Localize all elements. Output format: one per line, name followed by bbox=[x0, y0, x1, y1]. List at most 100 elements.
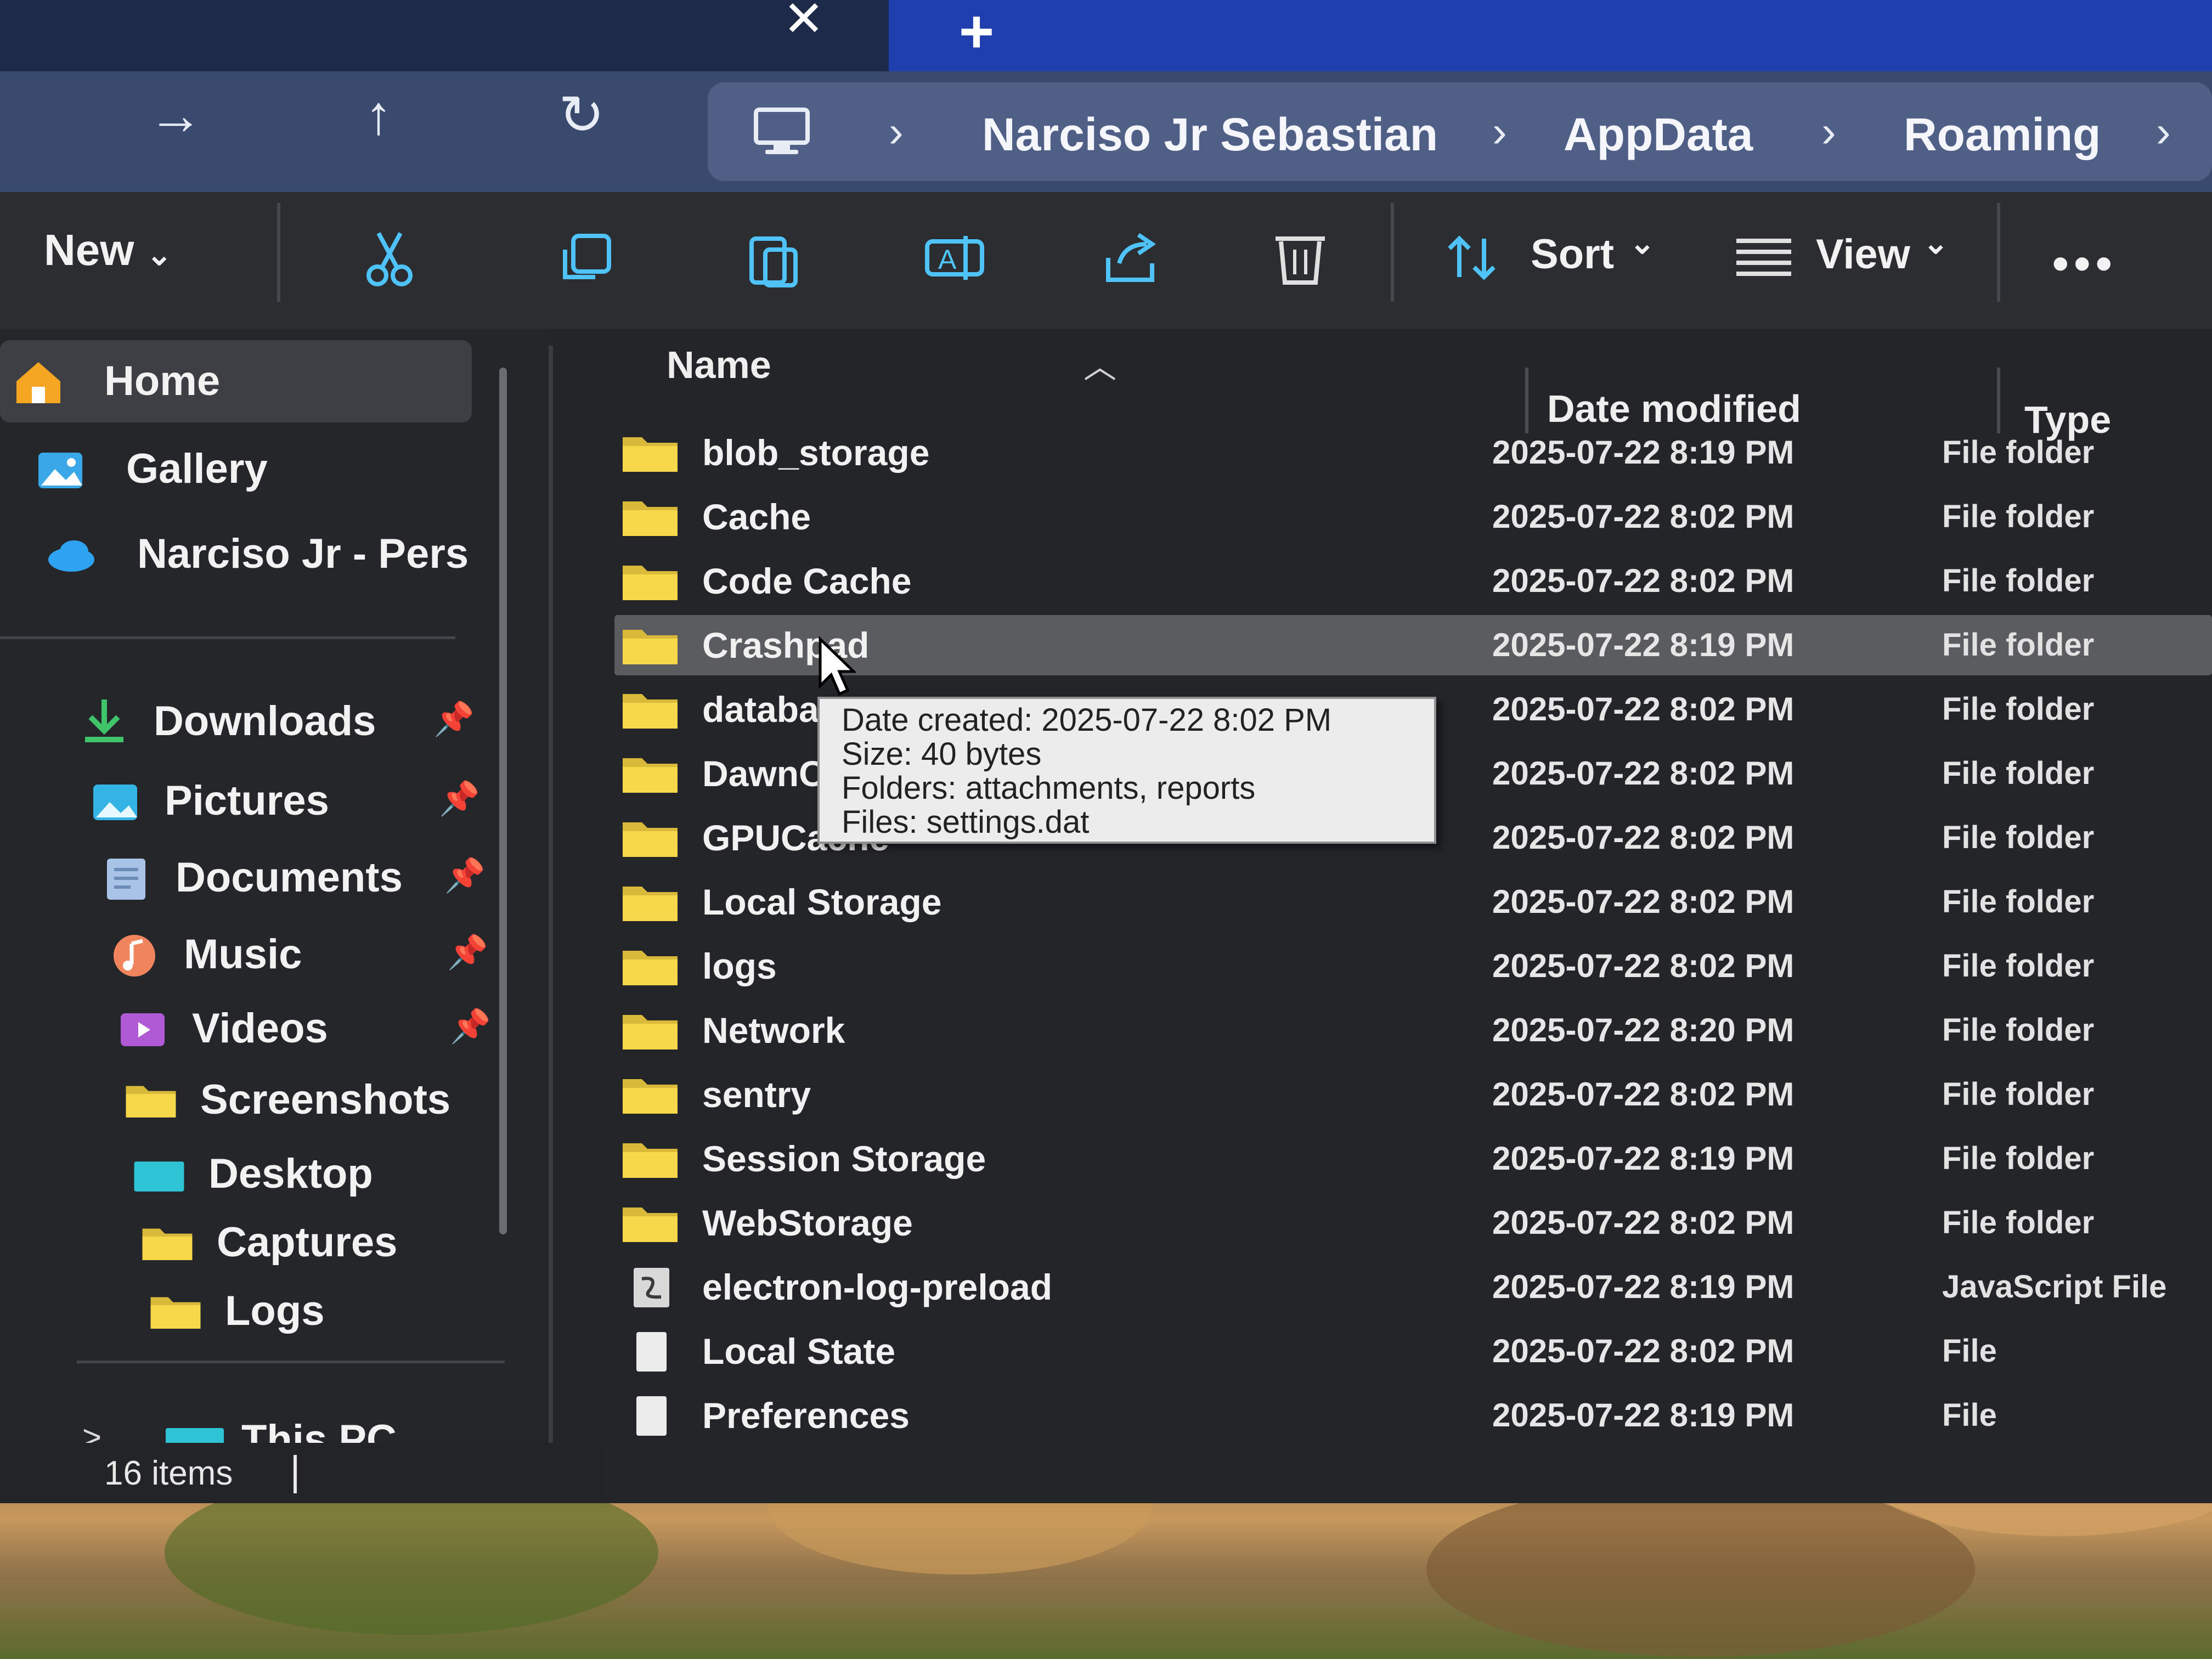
file-name: Code Cache bbox=[702, 561, 912, 601]
forward-arrow-icon[interactable]: → bbox=[143, 82, 208, 148]
sidebar-item-home[interactable]: Home bbox=[0, 340, 472, 422]
file-date-modified: 2025-07-22 8:02 PM bbox=[1492, 883, 1795, 920]
sort-icon bbox=[1448, 235, 1496, 280]
file-date-modified: 2025-07-22 8:19 PM bbox=[1492, 1268, 1795, 1305]
refresh-icon[interactable]: ↻ bbox=[549, 82, 614, 148]
copy-icon[interactable] bbox=[554, 225, 620, 291]
pin-icon[interactable]: 📌 bbox=[433, 699, 475, 738]
breadcrumb-appdata[interactable]: AppData bbox=[1564, 107, 1753, 162]
folder-icon bbox=[620, 431, 680, 475]
file-row[interactable]: Local State 2025-07-22 8:02 PM File bbox=[614, 1321, 2212, 1381]
view-list-icon bbox=[1736, 239, 1791, 276]
new-tab-icon[interactable]: + bbox=[949, 2, 1004, 62]
file-name: electron-log-preload bbox=[702, 1267, 1053, 1307]
file-row[interactable]: sentry 2025-07-22 8:02 PM File folder bbox=[614, 1064, 2212, 1125]
sort-label: Sort bbox=[1531, 231, 1614, 278]
folder-icon bbox=[620, 559, 680, 603]
file-row[interactable]: Code Cache 2025-07-22 8:02 PM File folder bbox=[614, 551, 2212, 611]
file-date-modified: 2025-07-22 8:02 PM bbox=[1492, 562, 1795, 599]
file-row[interactable]: logs 2025-07-22 8:02 PM File folder bbox=[614, 936, 2212, 996]
item-count: 16 items bbox=[104, 1454, 233, 1492]
sidebar-item-documents[interactable]: Documents 📌 bbox=[88, 837, 505, 919]
address-bar[interactable]: › Narciso Jr Sebastian › AppData › Roami… bbox=[708, 82, 2212, 181]
more-options-icon[interactable]: ••• bbox=[2052, 236, 2117, 292]
file-name: logs bbox=[702, 946, 777, 986]
navigation-bar: → ↑ ↻ › Narciso Jr Sebastian › AppData ›… bbox=[0, 71, 2212, 192]
file-date-modified: 2025-07-22 8:02 PM bbox=[1492, 1076, 1795, 1113]
command-bar: New ⌄ A Sort ⌄ View ⌄ ••• bbox=[0, 192, 2212, 331]
folder-icon bbox=[620, 1008, 680, 1052]
sidebar-item-label: Home bbox=[104, 358, 221, 404]
documents-icon bbox=[107, 859, 145, 900]
sidebar-item-label: Captures bbox=[217, 1219, 398, 1266]
sidebar-scrollbar[interactable] bbox=[499, 368, 507, 1234]
file-type: File bbox=[1942, 1333, 1997, 1369]
sidebar-item-label: Gallery bbox=[126, 445, 268, 492]
file-row[interactable]: blob_storage 2025-07-22 8:19 PM File folde… bbox=[614, 422, 2212, 483]
file-list: Name ︿ Date modified Type blob_storage 20… bbox=[549, 329, 2212, 1503]
paste-icon[interactable] bbox=[741, 225, 806, 291]
file-row[interactable]: Preferences 2025-07-22 8:19 PM File bbox=[614, 1385, 2212, 1446]
breadcrumb-roaming[interactable]: Roaming bbox=[1904, 107, 2101, 162]
sidebar-divider bbox=[0, 636, 455, 639]
file-type: File folder bbox=[1942, 1012, 2095, 1048]
column-header-name[interactable]: Name bbox=[667, 343, 771, 387]
sidebar-item-label: Downloads bbox=[154, 698, 376, 744]
file-row[interactable]: Cache 2025-07-22 8:02 PM File folder bbox=[614, 487, 2212, 547]
sort-button[interactable]: Sort ⌄ bbox=[1443, 225, 1673, 296]
view-button[interactable]: View ⌄ bbox=[1734, 225, 1975, 296]
file-row[interactable]: Session Storage 2025-07-22 8:19 PM File fo… bbox=[614, 1128, 2212, 1189]
pane-splitter[interactable] bbox=[549, 346, 553, 1470]
tab-close-icon[interactable]: ✕ bbox=[779, 0, 828, 44]
file-row[interactable]: WebStorage 2025-07-22 8:02 PM File folder bbox=[614, 1193, 2212, 1253]
up-arrow-icon[interactable]: ↑ bbox=[346, 82, 411, 148]
file-type: File folder bbox=[1942, 435, 2095, 470]
file-row[interactable]: Network 2025-07-22 8:20 PM File folder bbox=[614, 1000, 2212, 1060]
new-button[interactable]: New ⌄ bbox=[44, 225, 172, 275]
share-icon[interactable] bbox=[1097, 225, 1163, 291]
breadcrumb-user[interactable]: Narciso Jr Sebastian bbox=[982, 107, 1438, 162]
toolbar-divider bbox=[277, 203, 280, 302]
folder-icon bbox=[620, 687, 680, 731]
sidebar-item-gallery[interactable]: Gallery bbox=[22, 428, 494, 510]
sidebar-item-screenshots[interactable]: Screenshots bbox=[112, 1059, 496, 1141]
new-button-label: New bbox=[44, 225, 134, 274]
sidebar-item-videos[interactable]: Videos 📌 bbox=[104, 988, 521, 1070]
folder-icon bbox=[620, 1201, 680, 1245]
file-row[interactable]: Local Storage 2025-07-22 8:02 PM File fold… bbox=[614, 872, 2212, 932]
sidebar-divider bbox=[77, 1361, 505, 1363]
file-type: File folder bbox=[1942, 755, 2095, 791]
file-date-modified: 2025-07-22 8:02 PM bbox=[1492, 1333, 1795, 1369]
file-icon bbox=[620, 1329, 680, 1373]
tab-strip bbox=[889, 0, 2212, 71]
pin-icon[interactable]: 📌 bbox=[444, 856, 486, 895]
delete-icon[interactable] bbox=[1267, 225, 1333, 291]
file-type: File folder bbox=[1942, 627, 2095, 663]
sidebar-item-downloads[interactable]: Downloads 📌 bbox=[66, 680, 483, 763]
file-name: Cache bbox=[702, 496, 811, 537]
mouse-cursor-icon bbox=[819, 636, 856, 696]
view-label: View bbox=[1816, 231, 1910, 278]
chevron-down-icon: ⌄ bbox=[1923, 225, 1949, 260]
sidebar-item-label: Pictures bbox=[165, 777, 329, 824]
file-type: File folder bbox=[1942, 820, 2095, 855]
cut-icon[interactable] bbox=[357, 225, 422, 291]
computer-icon[interactable] bbox=[752, 107, 812, 156]
sidebar-item-onedrive[interactable]: Narciso Jr - Pers bbox=[33, 513, 505, 595]
sidebar-item-music[interactable]: Music 📌 bbox=[96, 913, 513, 996]
pin-icon[interactable]: 📌 bbox=[447, 933, 488, 972]
sidebar-item-pictures[interactable]: Pictures 📌 bbox=[77, 760, 494, 842]
status-divider bbox=[294, 1455, 297, 1493]
sidebar-item-label: Music bbox=[184, 931, 302, 978]
folder-icon bbox=[620, 1137, 680, 1181]
file-date-modified: 2025-07-22 8:19 PM bbox=[1492, 1397, 1795, 1434]
file-type: File folder bbox=[1942, 1141, 2095, 1176]
pin-icon[interactable]: 📌 bbox=[450, 1007, 491, 1046]
file-type: File bbox=[1942, 1397, 1997, 1433]
pin-icon[interactable]: 📌 bbox=[439, 779, 480, 818]
file-name: sentry bbox=[702, 1074, 811, 1115]
rename-icon[interactable]: A bbox=[922, 225, 988, 291]
file-row[interactable]: electron-log-preload 2025-07-22 8:19 PM Ja… bbox=[614, 1257, 2212, 1317]
sidebar-item-logs[interactable]: Logs bbox=[137, 1270, 521, 1352]
folder-icon bbox=[620, 816, 680, 860]
